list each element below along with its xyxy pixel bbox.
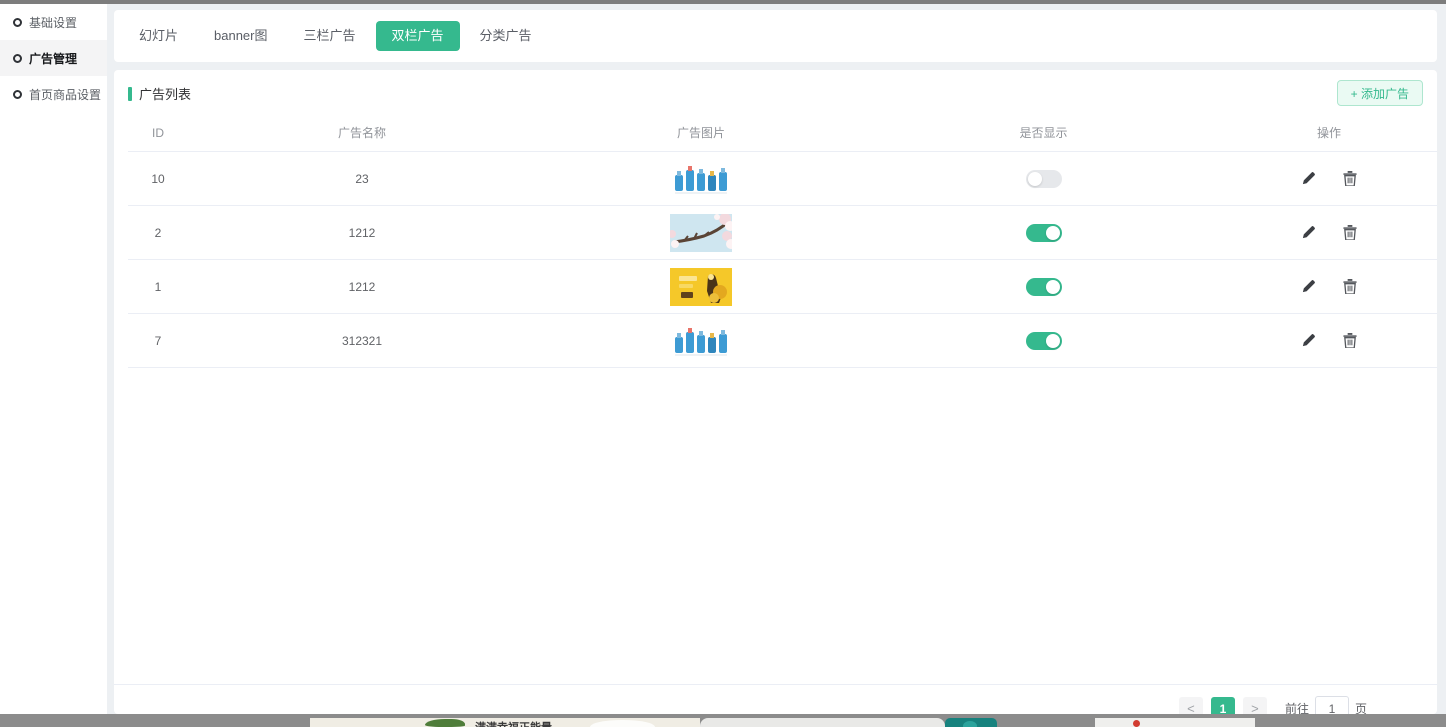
edit-icon[interactable] xyxy=(1300,333,1316,349)
ad-image-bottles xyxy=(673,161,729,197)
visibility-toggle[interactable] xyxy=(1026,278,1062,296)
header-visible: 是否显示 xyxy=(866,124,1221,141)
edit-icon[interactable] xyxy=(1300,279,1316,295)
cell-actions xyxy=(1221,333,1437,349)
delete-icon[interactable] xyxy=(1342,333,1358,349)
background-light-fragment xyxy=(1095,718,1255,727)
header-id: ID xyxy=(128,126,188,140)
cell-id: 10 xyxy=(128,172,188,186)
toggle-knob xyxy=(1046,334,1060,348)
sidebar-item-ad-management[interactable]: 广告管理 xyxy=(0,40,107,76)
row-id: 1 xyxy=(155,280,162,294)
radio-circle-icon xyxy=(13,18,22,27)
table-row: 7 312321 xyxy=(128,314,1437,368)
background-banner-fragment: 满满幸福正能量 xyxy=(310,718,700,727)
cell-name: 1212 xyxy=(188,280,536,294)
delete-icon[interactable] xyxy=(1342,225,1358,241)
tab-three-column-ad[interactable]: 三栏广告 xyxy=(288,21,372,51)
delete-icon[interactable] xyxy=(1342,279,1358,295)
background-page-strip: 满满幸福正能量 xyxy=(0,714,1446,727)
cell-id: 7 xyxy=(128,334,188,348)
leaf-image-fragment xyxy=(425,719,465,727)
cell-name: 312321 xyxy=(188,334,536,348)
cell-id: 2 xyxy=(128,226,188,240)
cell-visible xyxy=(866,170,1221,188)
tab-slideshow[interactable]: 幻灯片 xyxy=(123,21,194,51)
sidebar-item-label: 首页商品设置 xyxy=(29,86,101,103)
ad-image-blossom xyxy=(670,214,732,252)
ad-table: ID 广告名称 广告图片 是否显示 操作 10 23 xyxy=(128,114,1437,368)
visibility-toggle[interactable] xyxy=(1026,170,1062,188)
table-body: 10 23 xyxy=(128,152,1437,368)
ad-list-panel: 广告列表 + 添加广告 ID 广告名称 广告图片 是否显示 操作 10 23 xyxy=(114,70,1437,714)
sidebar-item-home-product-settings[interactable]: 首页商品设置 xyxy=(0,76,107,112)
ad-image-thumbnail[interactable] xyxy=(673,323,729,359)
cell-image xyxy=(536,268,866,306)
delete-icon[interactable] xyxy=(1342,171,1358,187)
ad-image-thumbnail[interactable] xyxy=(670,268,732,306)
cell-visible xyxy=(866,224,1221,242)
edit-icon[interactable] xyxy=(1300,171,1316,187)
table-row: 1 1212 xyxy=(128,260,1437,314)
tab-category-ad[interactable]: 分类广告 xyxy=(464,21,548,51)
cell-name: 1212 xyxy=(188,226,536,240)
background-strip-text: 满满幸福正能量 xyxy=(475,719,552,727)
row-name: 1212 xyxy=(349,280,376,294)
cell-visible xyxy=(866,332,1221,350)
radio-circle-icon xyxy=(13,54,22,63)
ad-image-bottles xyxy=(673,323,729,359)
sidebar-item-label: 基础设置 xyxy=(29,14,77,31)
toggle-knob xyxy=(1046,226,1060,240)
cell-actions xyxy=(1221,225,1437,241)
title-accent-bar xyxy=(128,87,132,101)
teal-icon-fragment xyxy=(963,721,977,727)
visibility-toggle[interactable] xyxy=(1026,332,1062,350)
panel-head: 广告列表 + 添加广告 xyxy=(114,70,1437,114)
ad-image-thumbnail[interactable] xyxy=(670,214,732,252)
toggle-knob xyxy=(1028,172,1042,186)
toggle-knob xyxy=(1046,280,1060,294)
cell-name: 23 xyxy=(188,172,536,186)
row-name: 1212 xyxy=(349,226,376,240)
table-header-row: ID 广告名称 广告图片 是否显示 操作 xyxy=(128,114,1437,152)
table-row: 10 23 xyxy=(128,152,1437,206)
panel-title-text: 广告列表 xyxy=(139,84,191,103)
ad-type-tabbar: 幻灯片 banner图 三栏广告 双栏广告 分类广告 xyxy=(114,10,1437,62)
background-card-fragment xyxy=(700,718,945,727)
radio-circle-icon xyxy=(13,90,22,99)
row-id: 10 xyxy=(151,172,164,186)
cell-image xyxy=(536,323,866,359)
cell-visible xyxy=(866,278,1221,296)
edit-icon[interactable] xyxy=(1300,225,1316,241)
tab-banner[interactable]: banner图 xyxy=(198,21,283,51)
row-id: 2 xyxy=(155,226,162,240)
header-ad-name: 广告名称 xyxy=(188,124,536,141)
header-actions: 操作 xyxy=(1221,124,1437,141)
sidebar-item-basic-settings[interactable]: 基础设置 xyxy=(0,4,107,40)
main-area: 幻灯片 banner图 三栏广告 双栏广告 分类广告 广告列表 + 添加广告 I… xyxy=(107,4,1446,714)
tab-two-column-ad[interactable]: 双栏广告 xyxy=(376,21,460,51)
row-name: 23 xyxy=(355,172,368,186)
background-teal-fragment xyxy=(945,718,997,727)
plate-image-fragment xyxy=(590,720,655,727)
cell-image xyxy=(536,161,866,197)
row-id: 7 xyxy=(155,334,162,348)
table-row: 2 1212 xyxy=(128,206,1437,260)
sidebar-item-label: 广告管理 xyxy=(29,50,77,67)
row-name: 312321 xyxy=(342,334,382,348)
ad-image-thumbnail[interactable] xyxy=(673,161,729,197)
add-ad-button[interactable]: + 添加广告 xyxy=(1337,80,1423,106)
cell-actions xyxy=(1221,279,1437,295)
visibility-toggle[interactable] xyxy=(1026,224,1062,242)
ad-image-banner xyxy=(670,268,732,306)
pagination-footer: < 1 > 前往 页 xyxy=(114,684,1437,714)
cell-id: 1 xyxy=(128,280,188,294)
panel-title: 广告列表 xyxy=(128,84,191,103)
red-dot-fragment xyxy=(1133,720,1140,727)
cell-actions xyxy=(1221,171,1437,187)
sidebar: 基础设置 广告管理 首页商品设置 xyxy=(0,4,107,714)
cell-image xyxy=(536,214,866,252)
header-ad-image: 广告图片 xyxy=(536,124,866,141)
